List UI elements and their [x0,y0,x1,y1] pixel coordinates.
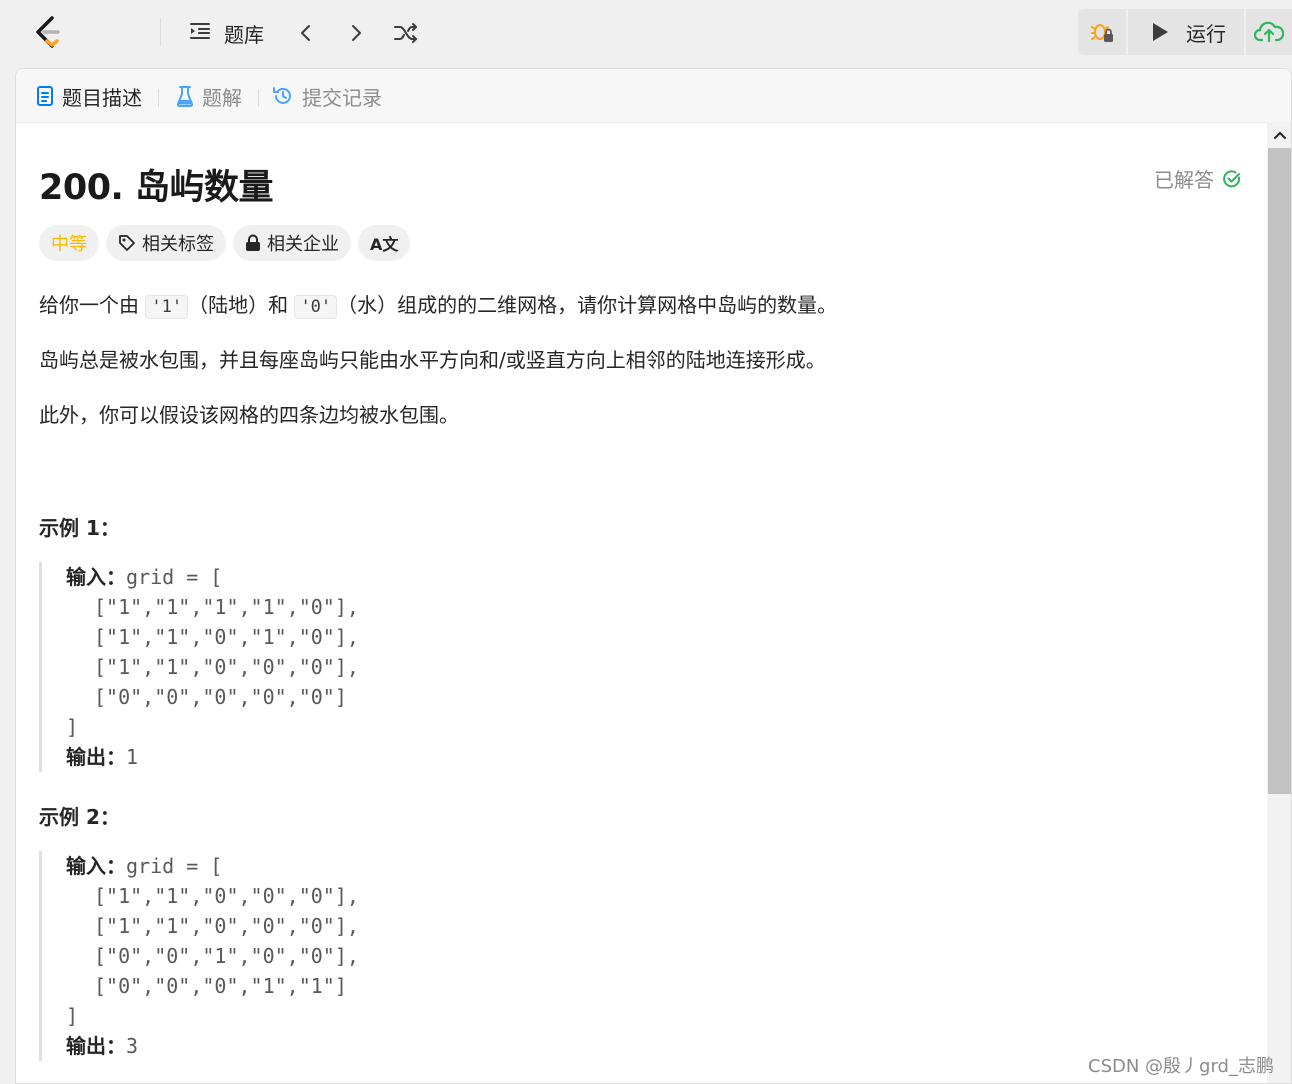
desc-text: （陆地）和 [188,293,295,317]
description-paragraph-1: 给你一个由 '1' （陆地）和 '0' （水）组成的的二维网格，请你计算网格中岛屿的… [39,289,838,319]
grid-close: ] [66,715,79,739]
grid-row: ["0","0","0","1","1"] [94,974,347,998]
problem-list-label: 题库 [224,22,264,47]
tab-solutions[interactable]: 题解 [176,81,242,111]
problem-title[interactable]: 200. 岛屿数量 [39,159,274,210]
tab-divider [258,89,259,107]
tab-submissions[interactable]: 提交记录 [272,81,382,111]
grid-row: ["1","1","0","0","0"], [94,655,359,679]
description-panel: 题目描述 题解 提交记录 200. 岛屿数量 已解答 中等 相关标签 相关企业 … [15,68,1292,1084]
example-2-block: 输入：grid = [ ["1","1","0","0","0"], ["1",… [39,851,379,1061]
grid-row: ["1","1","1","1","0"], [94,595,359,619]
debug-button[interactable] [1078,9,1126,55]
chevron-up-icon [1274,132,1286,139]
grid-close: ] [66,1004,79,1028]
flask-icon [176,86,194,107]
chevron-right-icon [352,25,361,41]
output-value: 1 [126,745,139,769]
output-value: 3 [126,1034,139,1058]
grid-row: ["1","1","0","1","0"], [94,625,359,649]
example-2-title: 示例 2： [39,805,120,829]
translate-button[interactable]: A文 [358,225,411,261]
grid-row: ["1","1","0","0","0"], [94,914,359,938]
submit-button[interactable] [1246,9,1292,55]
example-output-line: 输出：1 [66,742,379,772]
related-companies-button[interactable]: 相关企业 [233,225,351,261]
next-problem-button[interactable] [340,17,372,49]
example-1-block: 输入：grid = [ ["1","1","1","1","0"], ["1",… [39,562,379,772]
input-head: grid = [ [126,565,223,589]
output-label: 输出： [66,745,126,769]
example-input-line: 输入：grid = [ [66,562,379,592]
solved-status: 已解答 [1154,164,1242,193]
desc-text: 给你一个由 [39,293,146,317]
list-indent-icon [188,19,212,47]
bug-lock-icon [1091,24,1113,42]
history-icon [273,87,291,104]
chevron-left-icon [301,25,310,41]
tab-submissions-label: 提交记录 [302,85,382,110]
random-problem-button[interactable] [390,17,422,49]
input-label: 输入： [66,854,126,878]
cloud-upload-icon [1254,21,1284,43]
output-label: 输出： [66,1034,126,1058]
description-paragraph-2: 岛屿总是被水包围，并且每座岛屿只能由水平方向和/或竖直方向上相邻的陆地连接形成。 [39,348,826,372]
translate-icon: A文 [370,235,399,254]
example-input-line: 输入：grid = [ [66,851,379,881]
run-button[interactable]: 运行 [1128,9,1244,55]
inline-code: '1' [145,295,189,319]
grid-row: ["1","1","0","0","0"], [94,884,359,908]
input-label: 输入： [66,565,126,589]
scroll-up-button[interactable] [1267,122,1291,148]
difficulty-badge: 中等 [39,225,99,261]
desc-text: （水）组成的的二维网格，请你计算网格中岛屿的数量。 [337,293,838,317]
example-1-title: 示例 1： [39,516,120,540]
problem-list-button[interactable]: 题库 [188,17,264,49]
input-head: grid = [ [126,854,223,878]
related-tags-label: 相关标签 [142,234,214,255]
vertical-scrollbar[interactable] [1267,122,1291,1083]
leetcode-logo-icon[interactable] [30,14,66,50]
play-icon [1153,23,1168,41]
check-circle-icon [1223,169,1241,187]
related-tags-button[interactable]: 相关标签 [106,225,226,261]
run-button-label: 运行 [1186,21,1226,46]
tab-description[interactable]: 题目描述 [36,81,142,111]
description-paragraph-3: 此外，你可以假设该网格的四条边均被水包围。 [39,403,459,427]
tab-description-label: 题目描述 [62,85,142,110]
solved-status-label: 已解答 [1154,168,1214,192]
panel-tabs: 题目描述 题解 提交记录 [16,69,1291,123]
top-navbar: 题库 运行 [0,0,1292,66]
lock-icon [246,234,260,251]
tab-solutions-label: 题解 [202,85,242,110]
prev-problem-button[interactable] [290,17,322,49]
nav-divider [160,18,161,46]
watermark: CSDN @殷丿grd_志鹏 [1088,1056,1274,1077]
inline-code: '0' [294,295,338,319]
tag-icon [119,235,135,251]
example-output-line: 输出：3 [66,1031,379,1061]
problem-tags: 中等 相关标签 相关企业 A文 [39,225,411,261]
grid-row: ["0","0","1","0","0"], [94,944,359,968]
shuffle-icon [394,23,417,43]
tab-divider [158,89,159,107]
grid-row: ["0","0","0","0","0"] [94,685,347,709]
related-companies-label: 相关企业 [267,234,339,255]
scrollbar-thumb[interactable] [1268,148,1291,794]
document-icon [37,86,53,106]
